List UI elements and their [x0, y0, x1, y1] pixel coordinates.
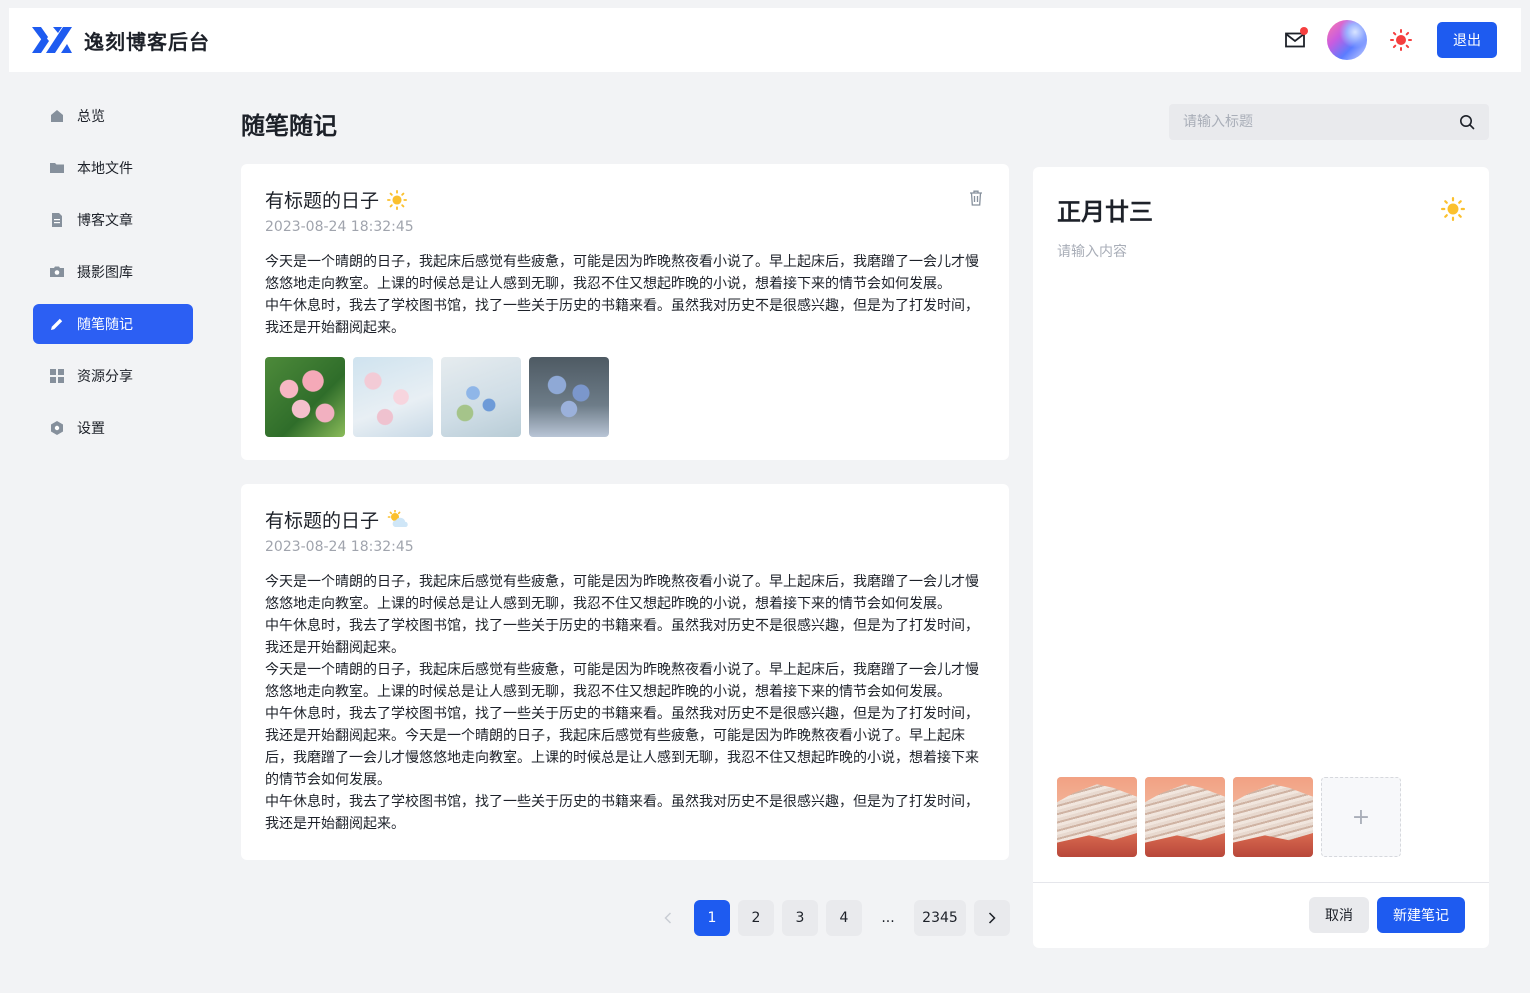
pink-blossom-photo[interactable]: [265, 357, 345, 437]
mail-button[interactable]: [1283, 27, 1308, 52]
divider: [1033, 882, 1489, 883]
note-body: 今天是一个晴朗的日子，我起床后感觉有些疲惫，可能是因为昨晚熬夜看小说了。早上起床…: [265, 254, 979, 336]
sidebar-item-label: 随笔随记: [77, 317, 133, 333]
page-button[interactable]: 1: [694, 900, 730, 936]
camera-icon: [50, 265, 64, 279]
logout-button[interactable]: 退出: [1437, 22, 1497, 58]
sun-icon: [1441, 197, 1465, 221]
editor-content-input[interactable]: [1057, 241, 1465, 761]
note-card[interactable]: 有标题的日子 2023-08-24 18:32:45 今天是一个晴朗的日子，我起…: [241, 484, 1009, 860]
editor-title-input[interactable]: [1057, 195, 1397, 223]
logo-icon: [32, 27, 72, 53]
page-button[interactable]: 3: [782, 900, 818, 936]
sidebar-item-label: 总览: [77, 109, 105, 125]
cherry-blossom-photo[interactable]: [353, 357, 433, 437]
cancel-button[interactable]: 取消: [1309, 897, 1369, 933]
rainbow-mountain-photo[interactable]: [1057, 777, 1137, 857]
sidebar-item-settings[interactable]: 设置: [33, 408, 193, 448]
sidebar-item-resources[interactable]: 资源分享: [33, 356, 193, 396]
note-time: 2023-08-24 18:32:45: [265, 219, 414, 235]
note-body: 今天是一个晴朗的日子，我起床后感觉有些疲惫，可能是因为昨晚熬夜看小说了。早上起床…: [265, 574, 979, 832]
next-page-button[interactable]: [974, 900, 1010, 936]
note-editor: + 取消 新建笔记: [1033, 167, 1489, 948]
note-title: 有标题的日子: [265, 510, 380, 532]
sidebar: 总览 本地文件 博客文章 摄影图库 随笔随记 资源分享 设置: [33, 96, 193, 460]
prev-page-button[interactable]: [650, 900, 686, 936]
page-button[interactable]: 2345: [914, 900, 966, 936]
page-button[interactable]: 2: [738, 900, 774, 936]
sidebar-item-label: 博客文章: [77, 213, 133, 229]
sidebar-item-notes[interactable]: 随笔随记: [33, 304, 193, 344]
page-button[interactable]: 4: [826, 900, 862, 936]
avatar[interactable]: [1327, 20, 1367, 60]
page-title: 随笔随记: [241, 112, 337, 140]
note-card[interactable]: 有标题的日子 2023-08-24 18:32:45 今天是一个晴朗的日子，我起…: [241, 164, 1009, 460]
theme-toggle-button[interactable]: [1387, 26, 1415, 54]
grid-icon: [50, 369, 64, 383]
create-note-button[interactable]: 新建笔记: [1377, 897, 1465, 933]
sidebar-item-label: 资源分享: [77, 369, 133, 385]
page-ellipsis[interactable]: ...: [870, 900, 906, 936]
sun-icon: [1390, 29, 1412, 51]
app-title: 逸刻博客后台: [84, 29, 210, 54]
search-input[interactable]: [1183, 114, 1459, 130]
search-icon[interactable]: [1459, 114, 1475, 130]
chevron-left-icon: [664, 912, 672, 924]
trash-icon: [970, 190, 982, 206]
note-images: [265, 357, 985, 437]
sidebar-item-local-files[interactable]: 本地文件: [33, 148, 193, 188]
folder-icon: [50, 161, 64, 175]
top-bar: 逸刻博客后台 退出: [9, 8, 1521, 72]
home-icon: [50, 109, 64, 123]
settings-icon: [50, 421, 64, 435]
search-bar: [1169, 104, 1489, 140]
note-title: 有标题的日子: [265, 190, 380, 212]
forget-me-not-photo[interactable]: [529, 357, 609, 437]
weather-picker-button[interactable]: [1441, 197, 1465, 225]
pagination: 1 2 3 4 ... 2345: [650, 900, 1010, 936]
sidebar-item-blog-posts[interactable]: 博客文章: [33, 200, 193, 240]
document-icon: [50, 213, 64, 227]
partly-cloudy-icon: [387, 509, 409, 530]
note-time: 2023-08-24 18:32:45: [265, 539, 414, 555]
sidebar-item-label: 本地文件: [77, 161, 133, 177]
rainbow-mountain-photo[interactable]: [1145, 777, 1225, 857]
blue-flowers-photo[interactable]: [441, 357, 521, 437]
logo[interactable]: 逸刻博客后台: [32, 26, 210, 55]
sidebar-item-label: 摄影图库: [77, 265, 133, 281]
delete-button[interactable]: [969, 190, 983, 210]
rainbow-mountain-photo[interactable]: [1233, 777, 1313, 857]
sidebar-item-overview[interactable]: 总览: [33, 96, 193, 136]
notification-dot: [1300, 27, 1308, 35]
sidebar-item-gallery[interactable]: 摄影图库: [33, 252, 193, 292]
sun-icon: [387, 189, 408, 210]
add-image-button[interactable]: +: [1321, 777, 1401, 857]
editor-images: +: [1057, 777, 1401, 857]
pen-icon: [50, 317, 64, 331]
chevron-right-icon: [988, 912, 996, 924]
sidebar-item-label: 设置: [77, 421, 105, 437]
